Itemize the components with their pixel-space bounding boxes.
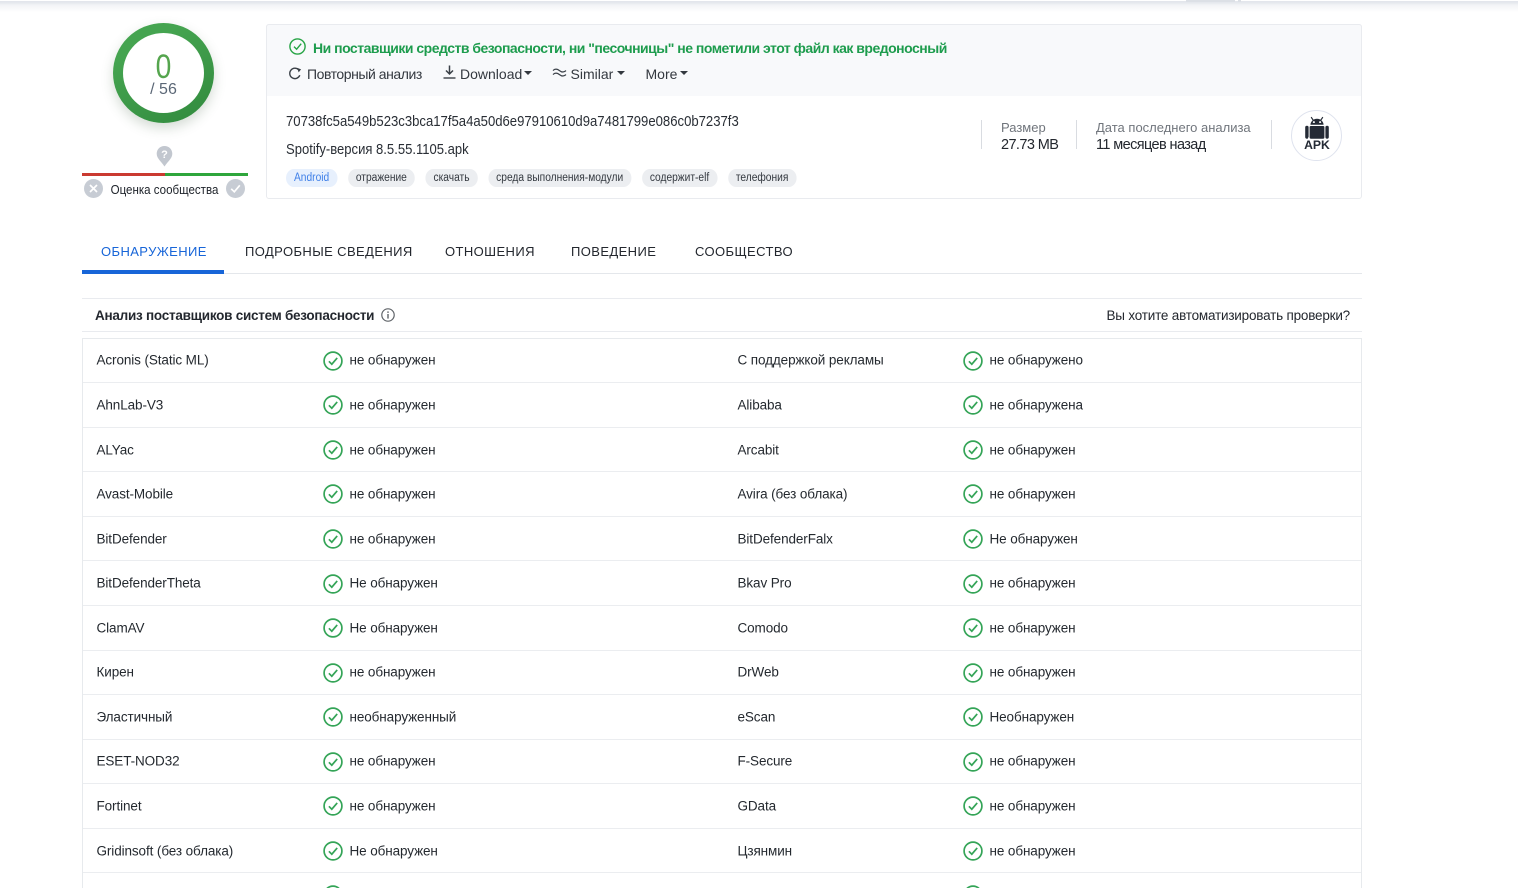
svg-text:?: ?	[161, 149, 168, 161]
svg-text:APK: APK	[1304, 138, 1330, 151]
